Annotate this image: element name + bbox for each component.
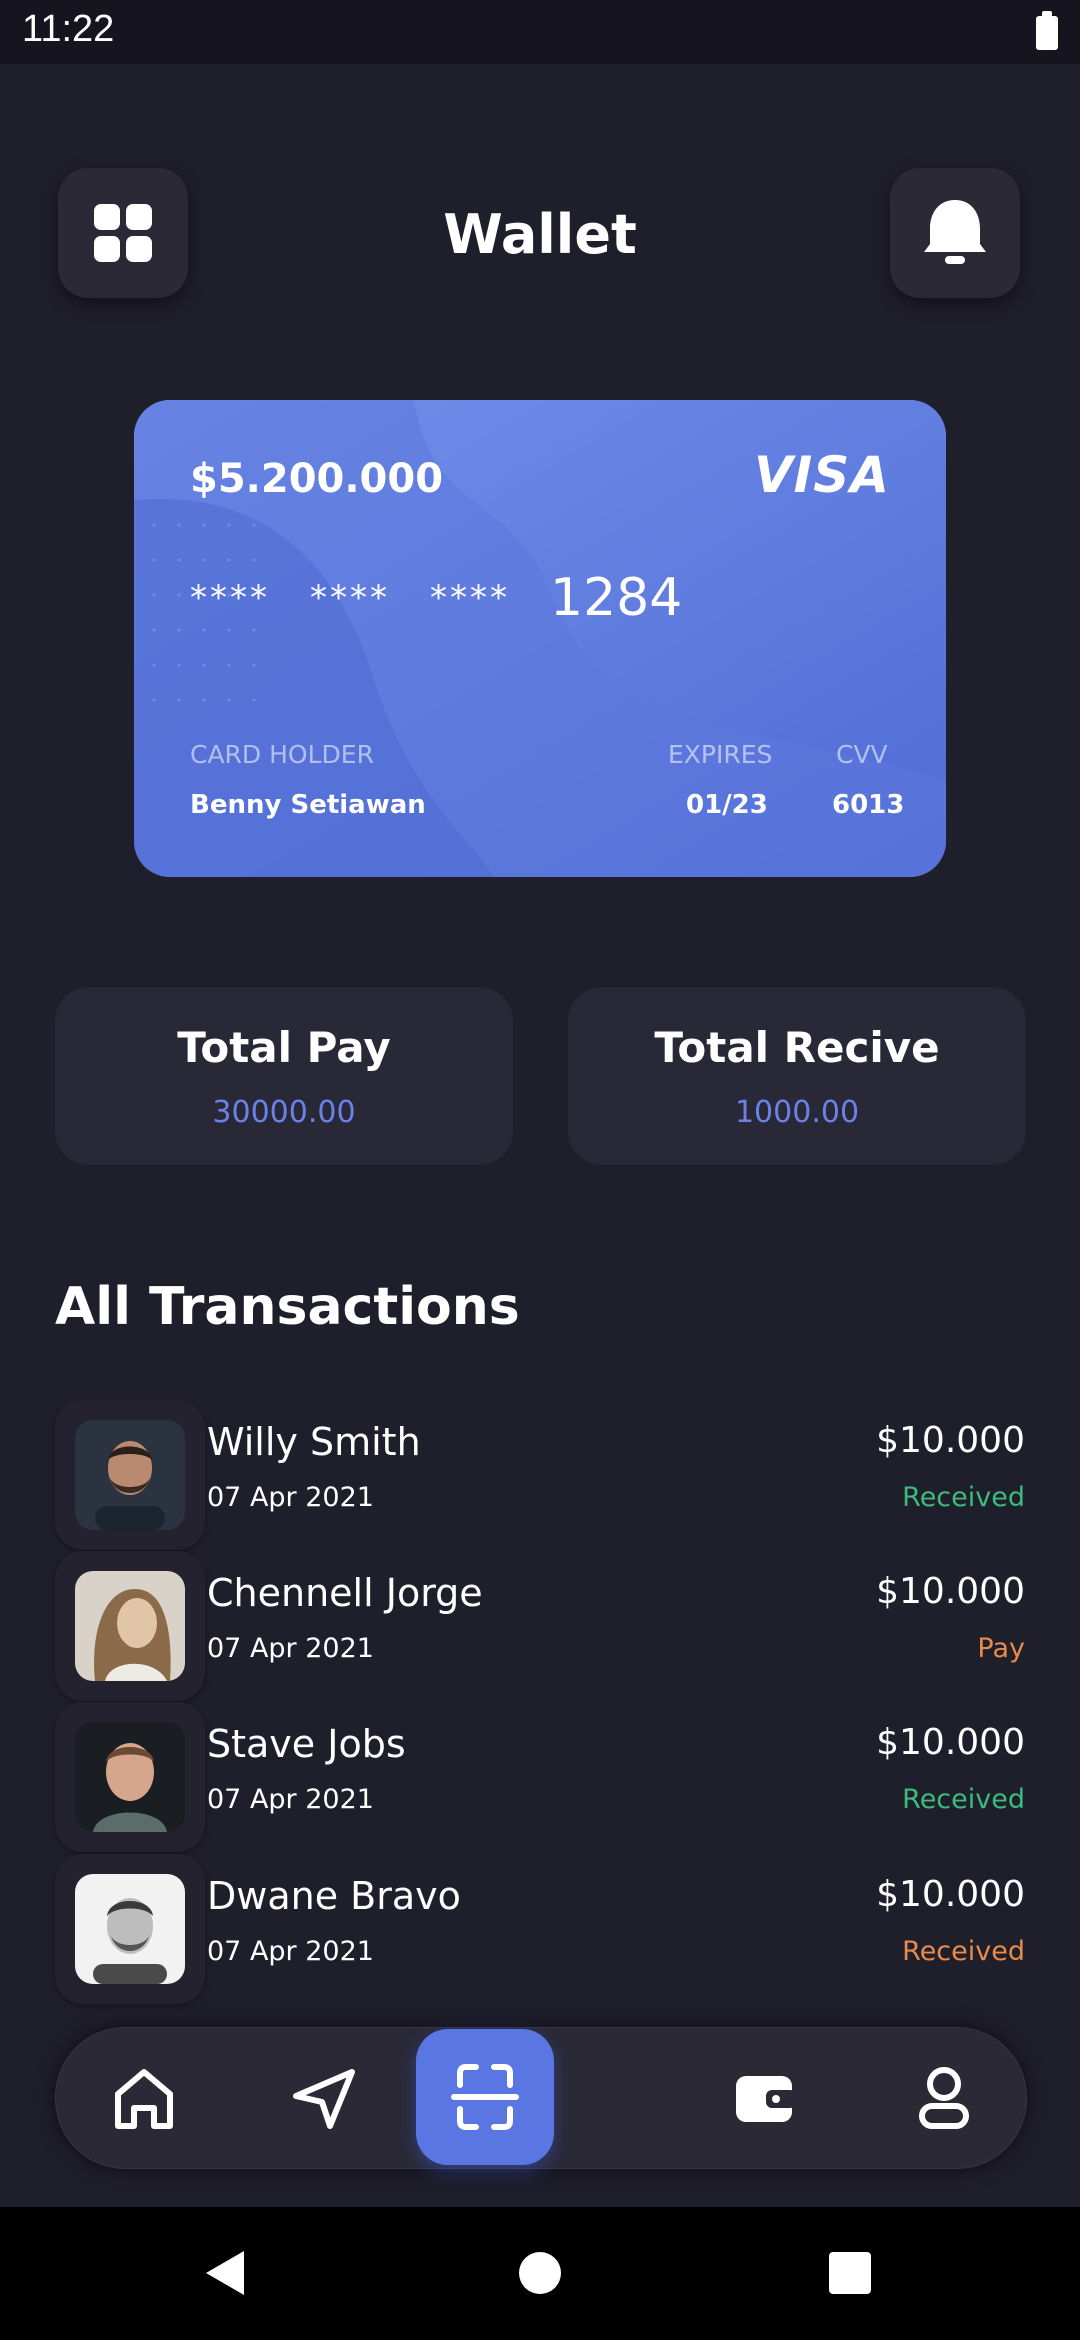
total-receive-value: 1000.00 [734,1095,860,1130]
system-navigation-bar [0,2207,1080,2340]
transaction-row[interactable]: Stave Jobs 07 Apr 2021 $10.000 Received [55,1702,1025,1852]
transaction-amount: $10.000 [876,1420,1025,1461]
nav-send[interactable] [274,2048,374,2148]
transaction-amount: $10.000 [876,1722,1025,1763]
battery-icon [1036,11,1058,50]
transaction-amount: $10.000 [876,1571,1025,1612]
card-holder-name: Benny Setiawan [190,790,426,820]
avatar [75,1420,185,1530]
total-pay-card[interactable]: Total Pay 30000.00 [55,987,513,1165]
transaction-status: Received [902,1936,1025,1967]
transaction-name: Willy Smith [207,1420,421,1464]
status-bar: 11:22 [0,0,1080,64]
section-title: All Transactions [55,1277,520,1337]
transaction-name: Stave Jobs [207,1722,406,1766]
card-cvv-value: 6013 [832,790,905,820]
card-cvv-label: CVV [836,740,888,769]
wallet-icon [736,2076,796,2122]
bell-icon [924,200,986,264]
recents-icon[interactable] [820,2243,880,2303]
home-icon [115,2069,173,2129]
avatar-frame [55,1702,205,1852]
status-time: 11:22 [22,8,115,50]
avatar-frame [55,1854,205,2004]
card-balance: $5.200.000 [190,456,444,502]
total-receive-label: Total Recive [654,1023,940,1072]
header: Wallet [0,165,1080,300]
transaction-date: 07 Apr 2021 [207,1482,374,1513]
total-pay-value: 30000.00 [212,1095,356,1130]
card-expires-value: 01/23 [686,790,768,820]
transaction-amount: $10.000 [876,1874,1025,1915]
scan-icon [451,2064,519,2130]
nav-home[interactable] [94,2048,194,2148]
transaction-row[interactable]: Dwane Bravo 07 Apr 2021 $10.000 Received [55,1854,1025,2004]
transaction-date: 07 Apr 2021 [207,1633,374,1664]
avatar [75,1874,185,1984]
transaction-row[interactable]: Willy Smith 07 Apr 2021 $10.000 Received [55,1400,1025,1550]
card-holder-label: CARD HOLDER [190,740,374,769]
transaction-status: Received [902,1482,1025,1513]
nav-wallet[interactable] [714,2048,814,2148]
avatar-frame [55,1400,205,1550]
transaction-name: Chennell Jorge [207,1571,483,1615]
card-number-mask-1: **** [190,578,270,618]
transaction-name: Dwane Bravo [207,1874,461,1918]
card-expires-label: EXPIRES [668,740,773,769]
total-receive-card[interactable]: Total Recive 1000.00 [568,987,1026,1165]
transaction-row[interactable]: Chennell Jorge 07 Apr 2021 $10.000 Pay [55,1551,1025,1701]
nav-scan[interactable] [416,2029,554,2165]
nav-profile[interactable] [894,2048,994,2148]
total-pay-label: Total Pay [177,1023,391,1072]
avatar [75,1571,185,1681]
transaction-date: 07 Apr 2021 [207,1936,374,1967]
home-nav-icon[interactable] [510,2243,570,2303]
card-last-digits: 1284 [550,568,683,628]
avatar-frame [55,1551,205,1701]
card-number-mask-2: **** [310,578,390,618]
credit-card[interactable]: $5.200.000 VISA **** **** **** 1284 CARD… [134,400,946,877]
transaction-status: Received [902,1784,1025,1815]
card-number-mask-3: **** [430,578,510,618]
avatar [75,1722,185,1832]
notifications-button[interactable] [890,168,1020,298]
transaction-date: 07 Apr 2021 [207,1784,374,1815]
back-icon[interactable] [196,2243,256,2303]
transaction-status: Pay [977,1633,1025,1664]
send-icon [293,2069,355,2129]
profile-icon [919,2067,969,2129]
visa-logo: VISA [753,446,890,504]
